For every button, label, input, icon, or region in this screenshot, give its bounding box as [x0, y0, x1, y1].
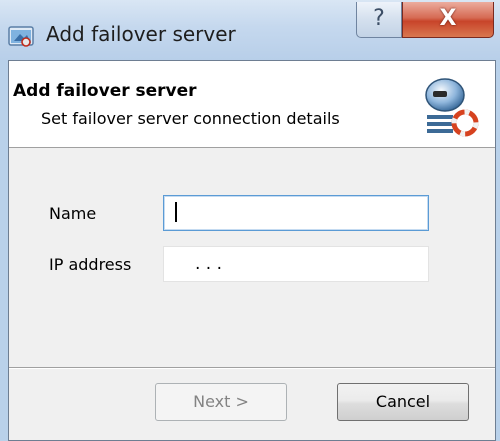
ip-address-label: IP address	[49, 255, 132, 274]
cancel-button[interactable]: Cancel	[337, 383, 469, 421]
dialog-client-area: Add failover server Set failover server …	[8, 60, 496, 441]
window-title: Add failover server	[46, 22, 236, 46]
wizard-header: Add failover server Set failover server …	[9, 61, 495, 148]
dialog-window: Add failover server ? X Add failover ser…	[0, 0, 500, 441]
help-button[interactable]: ?	[356, 2, 402, 38]
server-failover-icon	[425, 78, 479, 137]
name-label: Name	[49, 204, 97, 223]
header-subtitle: Set failover server connection details	[41, 109, 340, 128]
name-input[interactable]	[163, 195, 429, 231]
next-button[interactable]: Next >	[155, 383, 287, 421]
title-bar[interactable]: Add failover server ? X	[0, 0, 500, 60]
text-caret	[175, 202, 177, 222]
footer-separator	[9, 367, 495, 369]
header-title: Add failover server	[13, 81, 197, 101]
close-button[interactable]: X	[402, 2, 494, 38]
ip-address-value: . . .	[195, 254, 223, 274]
app-icon	[8, 26, 34, 47]
